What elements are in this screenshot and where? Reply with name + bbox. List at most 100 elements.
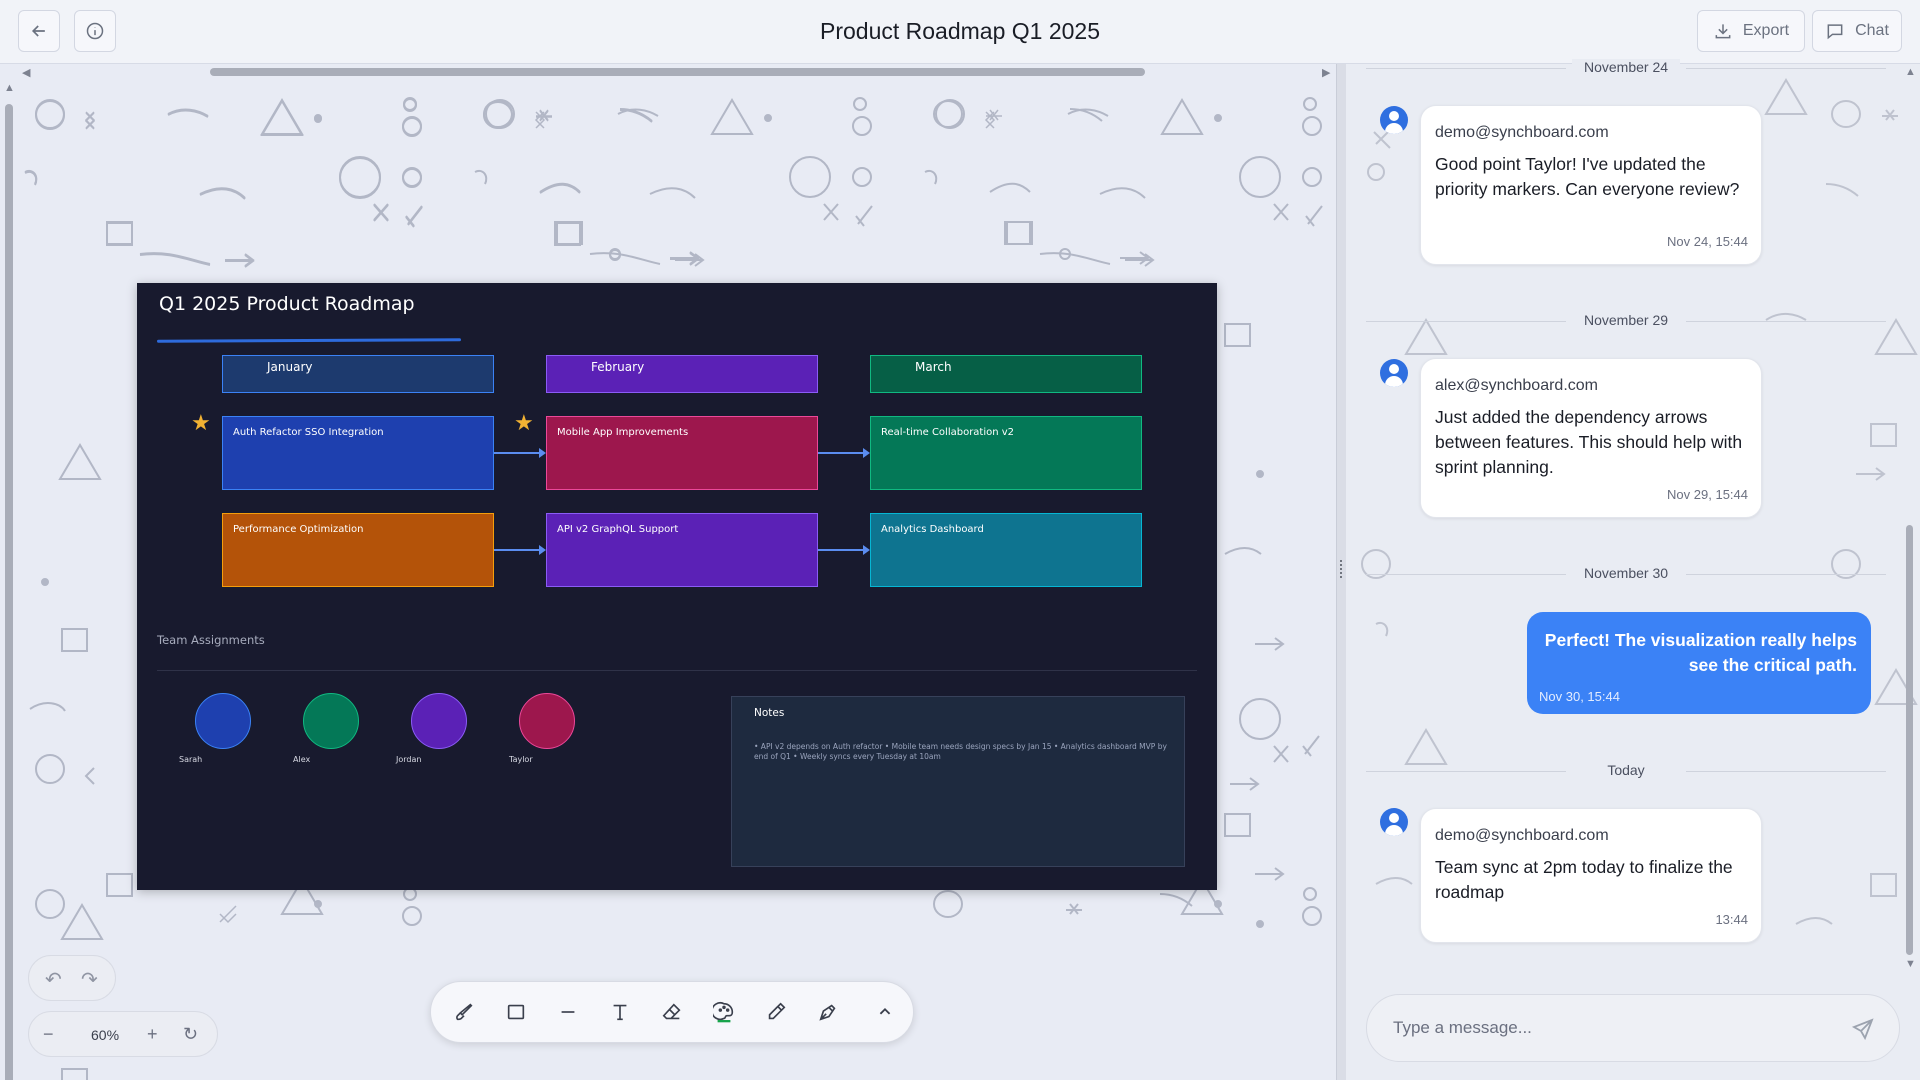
pen-tool-icon[interactable] [814,998,842,1026]
month-label: February [591,360,645,374]
member-name: Taylor [509,755,533,764]
chat-message: alex@synchboard.com Just added the depen… [1420,358,1762,518]
feature-card-api[interactable]: API v2 GraphQL Support [546,513,818,587]
feature-card-realtime[interactable]: Real-time Collaboration v2 [870,416,1142,490]
roadmap-board[interactable]: Q1 2025 Product Roadmap January February… [137,283,1217,890]
message-input[interactable] [1393,1013,1813,1043]
dependency-arrow[interactable] [494,448,546,458]
feature-label: Auth Refactor SSO Integration [233,427,384,438]
member-name: Jordan [396,755,422,764]
page-title: Product Roadmap Q1 2025 [819,18,1100,44]
collapse-toolbar-icon[interactable] [871,998,899,1026]
dependency-arrow[interactable] [494,545,546,555]
redo-icon[interactable]: ↷ [81,967,98,992]
eyedropper-tool-icon[interactable] [762,998,790,1026]
app-header: Product Roadmap Q1 2025 Export Chat [0,0,1920,64]
brush-tool-icon[interactable] [450,998,478,1026]
undo-redo-group: ↶ ↷ [28,955,116,1001]
dependency-arrow[interactable] [818,448,870,458]
priority-star-icon[interactable]: ★ [514,411,534,436]
chat-scroll-down-arrow-icon[interactable]: ▼ [1905,958,1916,970]
feature-label: API v2 GraphQL Support [557,524,679,535]
date-separator: November 30 [1346,565,1906,585]
chat-scroll-up-arrow-icon[interactable]: ▲ [1905,66,1916,78]
feature-label: Analytics Dashboard [881,524,984,535]
text-tool-icon[interactable] [606,998,634,1026]
member-name: Sarah [179,755,203,764]
zoom-level: 60% [91,1027,120,1043]
message-time: 13:44 [1715,912,1748,927]
chat-message: demo@synchboard.com Good point Taylor! I… [1420,105,1762,265]
team-assignments-label: Team Assignments [157,633,265,647]
month-label: January [267,360,313,374]
month-label: March [915,360,952,374]
notes-title: Notes [754,707,785,719]
message-text: Just added the dependency arrows between… [1435,407,1743,477]
member-avatar-jordan[interactable] [411,693,467,749]
user-avatar-icon [1380,808,1408,836]
member-avatar-taylor[interactable] [519,693,575,749]
notes-box[interactable]: Notes • API v2 depends on Auth refactor … [731,696,1185,867]
feature-label: Mobile App Improvements [557,427,689,438]
line-tool-icon[interactable] [554,998,582,1026]
message-sender: demo@synchboard.com [1435,827,1609,844]
scroll-right-arrow-icon[interactable]: ▶ [1322,66,1330,79]
download-icon [1715,24,1731,39]
member-avatar-sarah[interactable] [195,693,251,749]
horizontal-scrollbar[interactable] [210,68,1145,76]
feature-label: Performance Optimization [233,524,364,535]
member-avatar-alex[interactable] [303,693,359,749]
message-time: Nov 24, 15:44 [1667,234,1748,249]
message-sender: alex@synchboard.com [1435,377,1598,394]
scroll-up-arrow-icon[interactable]: ▲ [4,82,15,94]
message-time: Nov 29, 15:44 [1667,487,1748,502]
chat-message: demo@synchboard.com Team sync at 2pm tod… [1420,808,1762,943]
scroll-left-arrow-icon[interactable]: ◀ [22,66,30,79]
chat-label: Chat [1855,22,1889,39]
priority-star-icon[interactable]: ★ [191,411,211,436]
zoom-controls: − 60% + ↻ [28,1011,218,1057]
rectangle-tool-icon[interactable] [502,998,530,1026]
date-separator: November 29 [1346,312,1906,332]
zoom-out-icon[interactable]: − [43,1024,54,1045]
export-label: Export [1742,22,1790,39]
palette-tool-icon[interactable] [710,998,738,1026]
feature-card-mobile[interactable]: Mobile App Improvements [546,416,818,490]
board-title: Q1 2025 Product Roadmap [159,293,415,315]
message-sender: demo@synchboard.com [1435,124,1609,141]
month-march[interactable]: March [870,355,1142,393]
reset-zoom-icon[interactable]: ↻ [183,1024,198,1045]
message-text: Good point Taylor! I've updated the prio… [1435,154,1740,199]
month-february[interactable]: February [546,355,818,393]
vertical-scrollbar[interactable] [5,104,13,1080]
user-avatar-icon [1380,106,1408,134]
message-input-bar [1366,994,1900,1062]
date-separator: Today [1346,762,1906,782]
grip-dots-icon [1340,560,1343,578]
feature-card-performance[interactable]: Performance Optimization [222,513,494,587]
title-underline [156,338,462,343]
zoom-in-icon[interactable]: + [147,1024,158,1045]
panel-resize-handle[interactable] [1336,64,1346,1080]
send-icon[interactable] [1851,1017,1875,1041]
eraser-tool-icon[interactable] [658,998,686,1026]
drawing-toolbar [430,981,914,1043]
date-separator: November 24 [1346,59,1906,79]
feature-label: Real-time Collaboration v2 [881,427,1015,438]
chat-toggle-button[interactable]: Chat [1812,10,1902,52]
message-text: Perfect! The visualization really helps … [1544,630,1857,675]
chat-scrollbar[interactable] [1906,525,1913,955]
feature-card-analytics[interactable]: Analytics Dashboard [870,513,1142,587]
own-chat-message: Perfect! The visualization really helps … [1527,612,1871,714]
team-divider [157,670,1197,671]
undo-icon[interactable]: ↶ [45,967,62,992]
member-name: Alex [293,755,311,764]
export-button[interactable]: Export [1697,10,1805,52]
chat-bubble-icon [1827,24,1843,40]
message-text: Team sync at 2pm today to finalize the r… [1435,857,1733,902]
notes-body: • API v2 depends on Auth refactor • Mobi… [754,742,1167,761]
month-january[interactable]: January [222,355,494,393]
message-time: Nov 30, 15:44 [1539,689,1620,704]
dependency-arrow[interactable] [818,545,870,555]
feature-card-auth[interactable]: Auth Refactor SSO Integration [222,416,494,490]
